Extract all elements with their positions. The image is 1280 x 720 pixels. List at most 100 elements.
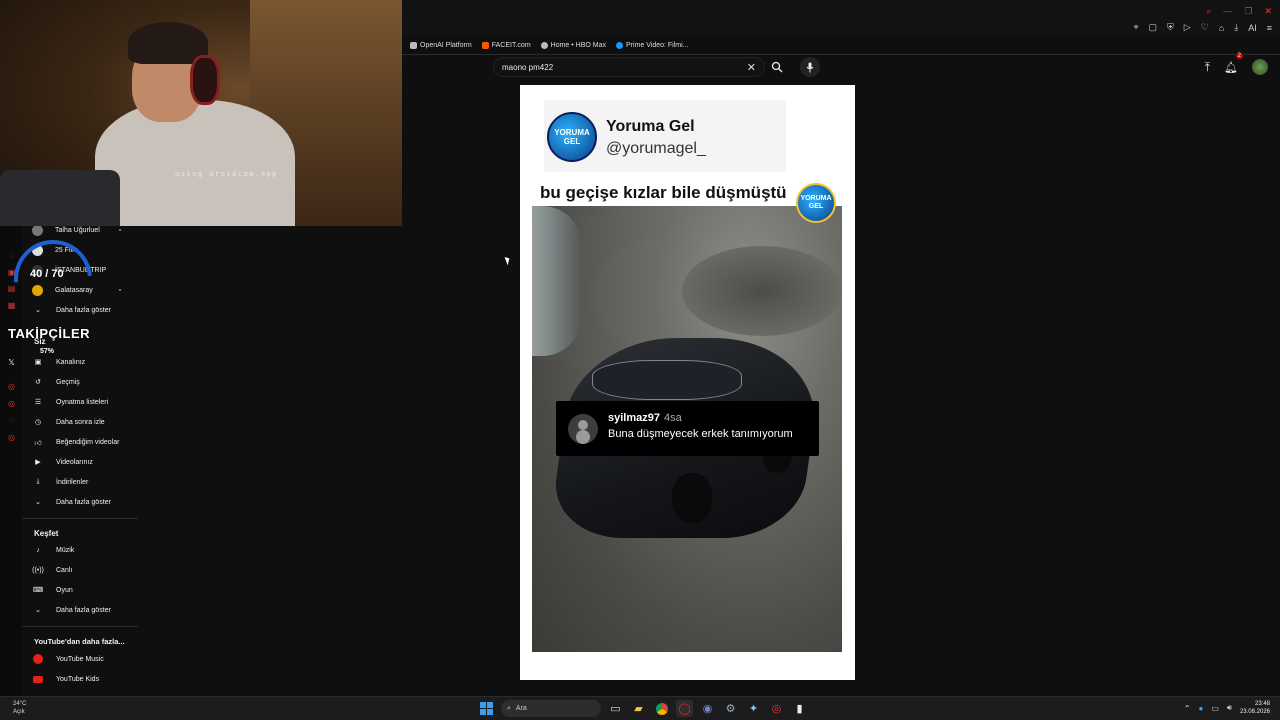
heart-icon[interactable]: ♡ (1201, 22, 1209, 33)
sidebar-item-label: Daha fazla göster (56, 498, 111, 506)
divider (402, 54, 1280, 55)
chrome-icon[interactable] (653, 700, 670, 717)
notepad-icon[interactable]: ▮ (791, 700, 808, 717)
sidebar-item-downloads[interactable]: ⤓ İndirilenler (32, 475, 88, 489)
search-icon (771, 61, 783, 73)
weather-condition: Açık (13, 709, 25, 715)
sidebar-item-music[interactable]: ♪ Müzik (32, 543, 74, 557)
opera-icon[interactable]: ◯ (676, 700, 693, 717)
sidebar-item-label: YouTube Kids (56, 675, 100, 683)
bookmark-primevideo[interactable]: Prime Video: Filmi... (616, 41, 689, 49)
sidebar-item-label: YouTube Music (56, 655, 104, 663)
sidebar-item-history[interactable]: ↺ Geçmiş (32, 375, 80, 389)
header-actions: ⤒ 🔔︎ 2 (1205, 53, 1268, 76)
chevron-up-icon[interactable]: ⌃ (1184, 704, 1191, 713)
sidebar-item-live[interactable]: ((•)) Canlı (32, 563, 72, 577)
followers-label: TAKİPÇİLER (8, 326, 91, 341)
search-button[interactable] (765, 57, 789, 77)
start-button[interactable] (478, 700, 495, 717)
microphone-icon[interactable]: ● (1199, 704, 1204, 713)
playlist-icon: ☰ (34, 399, 42, 406)
minimize-button[interactable]: — (1223, 6, 1232, 17)
sidebar-show-more[interactable]: ⌄ Daha fazla göster (32, 495, 111, 509)
sidebar-item-your-channel[interactable]: ▣ Kanalınız (32, 355, 86, 369)
divider (22, 626, 138, 627)
bookmark-hbomax[interactable]: Home • HBO Max (540, 41, 607, 49)
sidebar-item-gaming[interactable]: ⌨ Oyun (32, 583, 73, 597)
bookmark-openai[interactable]: OpenAI Platform (410, 41, 472, 49)
bookmark-icon[interactable]: ⌖ (1133, 22, 1138, 33)
menu-icon[interactable]: ≡ (1267, 23, 1272, 33)
search-input[interactable]: maono pm422 ✕ (493, 57, 765, 77)
shield-icon[interactable]: ⛨ (1167, 22, 1174, 33)
x-icon[interactable]: 𝕏 (7, 358, 16, 367)
clock[interactable]: 23:48 23.08.2026 (1240, 700, 1270, 716)
sidebar-item-youtube-kids[interactable]: YouTube Kids (32, 672, 99, 686)
bookmark-label: Home • HBO Max (550, 41, 607, 49)
account-avatar[interactable] (1252, 59, 1268, 75)
notifications-button[interactable]: 🔔︎ 2 (1224, 53, 1243, 76)
network-icon[interactable]: ▭ (1211, 704, 1219, 713)
app-icon[interactable]: ◎ (7, 399, 16, 408)
sidebar-item-liked[interactable]: 👍︎ Beğendiğim videolar (32, 435, 119, 449)
app-icon[interactable]: ✦ (745, 700, 762, 717)
more-from-youtube-title: YouTube'dan daha fazla... (34, 637, 125, 646)
wallet-icon[interactable]: ⌂ (1219, 23, 1224, 33)
taskbar-search[interactable]: ⌕ Ara (501, 700, 601, 717)
window-controls: ⌕ — ❐ ✕ (1206, 6, 1272, 17)
weather-widget[interactable]: 24°C Açık (13, 700, 26, 716)
voice-search-button[interactable] (800, 57, 820, 77)
temperature: 24°C (13, 701, 27, 707)
microphone-icon (806, 62, 814, 72)
car-wheel (672, 473, 712, 523)
gamepad-icon: ⌨ (32, 587, 44, 594)
upload-icon[interactable]: ⤒ (1205, 60, 1210, 75)
screen: using droidcam.app ⌕ — ❐ ✕ ⌖ ▢ ⛨ ▷ ♡ ⌂ ⤓… (0, 0, 1280, 720)
logo-text: YORUMA GEL (800, 195, 832, 210)
avatar (32, 224, 43, 236)
maximize-button[interactable]: ❐ (1244, 6, 1252, 17)
sidebar-item-your-videos[interactable]: ▶ Videolarınız (32, 455, 93, 469)
chevron-down-icon: ⌄ (35, 607, 41, 614)
app-icon[interactable]: ◌ (7, 251, 16, 260)
shorts-player[interactable]: YORUMA GEL Yoruma Gel @yorumagel_ bu geç… (520, 85, 855, 680)
app-icon[interactable]: ◎ (7, 433, 16, 442)
app-icon[interactable]: ◌ (7, 416, 16, 425)
date: 23.08.2026 (1239, 709, 1270, 715)
file-explorer-icon[interactable]: ▰ (630, 700, 647, 717)
bookmark-label: OpenAI Platform (420, 41, 472, 49)
bookmark-label: Prime Video: Filmi... (626, 41, 689, 49)
clock-icon: ◷ (34, 419, 42, 426)
divider (22, 518, 138, 519)
task-view-icon[interactable]: ▭ (607, 700, 624, 717)
prime-icon (616, 41, 624, 49)
search-icon[interactable]: ⌕ (1206, 6, 1211, 17)
desk (0, 170, 120, 226)
download-icon: ⤓ (36, 478, 40, 485)
play-icon[interactable]: ▷ (1184, 22, 1191, 33)
channel-icon: ▣ (34, 359, 42, 366)
watermark-logo: YORUMA GEL (796, 183, 836, 223)
app-icon[interactable]: ▦ (7, 301, 16, 310)
close-button[interactable]: ✕ (1264, 6, 1272, 17)
explore-show-more[interactable]: ⌄ Daha fazla göster (32, 603, 111, 617)
ai-button[interactable]: AI (1248, 23, 1257, 33)
app-icon[interactable]: ◎ (768, 700, 785, 717)
chevron-down-icon: ⌄ (35, 499, 41, 506)
sidebar-item-playlists[interactable]: ☰ Oynatma listeleri (32, 395, 108, 409)
download-icon[interactable]: ⤓ (1234, 22, 1238, 33)
logo-text: YORUMA GEL (554, 128, 590, 146)
steam-icon[interactable]: ⚙ (722, 700, 739, 717)
bookmark-faceit[interactable]: FACEIT.com (481, 41, 531, 49)
sidebar-item-watch-later[interactable]: ◷ Daha sonra izle (32, 415, 105, 429)
clear-icon[interactable]: ✕ (747, 61, 756, 74)
screenshot-icon[interactable]: ▢ (1149, 22, 1158, 33)
volume-icon[interactable]: 🔊︎ (1227, 703, 1232, 713)
windows-icon (480, 702, 493, 715)
sidebar-item-youtube-music[interactable]: YouTube Music (32, 652, 104, 666)
page-icon (410, 41, 417, 49)
discord-icon[interactable]: ◉ (699, 700, 716, 717)
browser-titlebar: ⌕ — ❐ ✕ ⌖ ▢ ⛨ ▷ ♡ ⌂ ⤓ AI ≡ (402, 0, 1280, 36)
sidebar-item-label: Müzik (56, 546, 75, 554)
app-icon[interactable]: ◎ (7, 382, 16, 391)
